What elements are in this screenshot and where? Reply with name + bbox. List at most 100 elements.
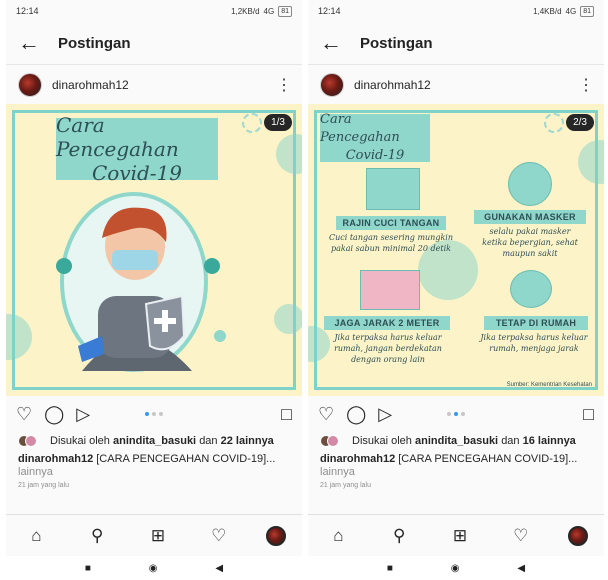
post-image[interactable]: 2/3 Cara Pencegahan Covid-19 RAJIN CUCI … [308, 104, 604, 396]
tip-desc-line: rumah, menjaga jarak [489, 344, 579, 353]
bookmark-icon[interactable]: □ [583, 404, 594, 425]
carousel-dot [447, 412, 451, 416]
profile-icon[interactable] [265, 525, 286, 546]
tip-desc-line: pakai sabun minimal 20 detik [331, 244, 451, 253]
avatar[interactable] [320, 72, 344, 97]
home-icon[interactable]: ⌂ [22, 526, 50, 546]
post-timestamp: 21 jam yang lalu [18, 482, 69, 489]
tip-desc-line: rumah, jangan berdekatan [334, 344, 442, 353]
post-caption: dinarohmah12 [CARA PENCEGAHAN COVID-19].… [6, 450, 302, 466]
health-worker-illustration [56, 192, 226, 372]
activity-heart-icon[interactable]: ♡ [205, 526, 233, 546]
tip-title: GUNAKAN MASKER [474, 210, 586, 224]
carousel-dot [159, 412, 163, 416]
virus-icon [214, 330, 226, 342]
battery-icon: 81 [278, 5, 292, 17]
slide-title-box: Cara Pencegahan Covid-19 [56, 113, 218, 185]
bottom-nav: ⌂ ⚲ ⊞ ♡ [6, 514, 302, 556]
comment-icon[interactable]: ◯ [44, 404, 64, 425]
tip-desc-line: Jika terpaksa harus keluar [334, 333, 442, 342]
status-indicators: 1,2KB/d 4G 81 [231, 5, 292, 17]
app-header: ← Postingan [308, 22, 604, 64]
bookmark-icon[interactable]: □ [281, 404, 292, 425]
status-bar: 12:14 1,2KB/d 4G 81 [6, 0, 302, 22]
tip-desc: Cuci tangan sesering mungkin pakai sabun… [316, 232, 466, 254]
back-arrow-icon[interactable]: ← [18, 30, 46, 56]
post-timestamp: 21 jam yang lalu [320, 482, 371, 489]
more-options-icon[interactable]: ⋮ [276, 75, 292, 95]
carousel-dots [145, 412, 163, 416]
tip-desc-line: Jika terpaksa harus keluar [480, 333, 588, 342]
likes-prefix: Disukai oleh [50, 435, 110, 447]
add-post-icon[interactable]: ⊞ [446, 526, 474, 546]
tip-title: RAJIN CUCI TANGAN [336, 216, 446, 230]
signal-type: 4G [263, 6, 275, 16]
caption-username[interactable]: dinarohmah12 [18, 453, 93, 465]
liker-avatars [320, 435, 346, 447]
likes-count[interactable]: 16 lainnya [523, 435, 576, 447]
like-heart-icon[interactable]: ♡ [16, 404, 32, 425]
caption-more-link[interactable]: lainnya [6, 466, 302, 478]
carousel-dot [145, 412, 149, 416]
tip-desc-line: dengan orang lain [351, 355, 425, 364]
post-image[interactable]: 1/3 Cara Pencegahan Covid-19 [6, 104, 302, 396]
battery-icon: 81 [580, 5, 594, 17]
more-options-icon[interactable]: ⋮ [578, 75, 594, 95]
recent-apps-icon[interactable]: ■ [85, 563, 91, 574]
like-heart-icon[interactable]: ♡ [318, 404, 334, 425]
share-icon[interactable]: ▷ [76, 404, 90, 425]
caption-text: [CARA PENCEGAHAN COVID-19]... [398, 453, 578, 465]
comment-icon[interactable]: ◯ [346, 404, 366, 425]
tip-desc-line: selalu pakai masker [489, 227, 571, 236]
slide-title-line-1: Cara Pencegahan [56, 113, 179, 161]
tip-desc: Jika terpaksa harus keluar rumah, jangan… [318, 332, 458, 365]
virus-icon [544, 113, 564, 133]
back-button-icon[interactable]: ◀ [215, 563, 223, 574]
search-icon[interactable]: ⚲ [385, 526, 413, 546]
tip-desc: Jika terpaksa harus keluar rumah, menjag… [468, 332, 600, 354]
slide-title-line-2: Covid-19 [91, 161, 183, 185]
back-arrow-icon[interactable]: ← [320, 30, 348, 56]
carousel-dot [454, 412, 458, 416]
caption-username[interactable]: dinarohmah12 [320, 453, 395, 465]
likes-count[interactable]: 22 lainnya [221, 435, 274, 447]
likes-user[interactable]: anindita_basuki [415, 435, 498, 447]
liker-avatars [18, 435, 44, 447]
virus-icon [204, 258, 220, 274]
likes-user[interactable]: anindita_basuki [113, 435, 196, 447]
likes-line[interactable]: Disukai oleh anindita_basuki dan 16 lain… [308, 432, 604, 450]
slide-title-line-1: Cara Pencegahan [320, 112, 400, 145]
post-header: dinarohmah12 ⋮ [308, 64, 604, 104]
avatar[interactable] [18, 72, 42, 97]
status-time: 12:14 [318, 6, 341, 16]
home-icon[interactable]: ⌂ [324, 526, 352, 546]
search-icon[interactable]: ⚲ [83, 526, 111, 546]
share-icon[interactable]: ▷ [378, 404, 392, 425]
tip-desc-line: Cuci tangan sesering mungkin [328, 233, 454, 242]
caption-text: [CARA PENCEGAHAN COVID-19]... [96, 453, 276, 465]
tip-title: JAGA JARAK 2 METER [324, 316, 450, 330]
slide-counter: 2/3 [566, 114, 594, 131]
recent-apps-icon[interactable]: ■ [387, 563, 393, 574]
profile-icon[interactable] [567, 525, 588, 546]
post-header: dinarohmah12 ⋮ [6, 64, 302, 104]
status-bar: 12:14 1,4KB/d 4G 81 [308, 0, 604, 22]
status-time: 12:14 [16, 6, 39, 16]
post-username[interactable]: dinarohmah12 [52, 78, 276, 92]
add-post-icon[interactable]: ⊞ [144, 526, 172, 546]
network-speed: 1,4KB/d [533, 6, 562, 16]
carousel-dot [152, 412, 156, 416]
bottom-nav: ⌂ ⚲ ⊞ ♡ [308, 514, 604, 556]
carousel-dots [447, 412, 465, 416]
carousel-dot [461, 412, 465, 416]
home-button-icon[interactable]: ◉ [149, 563, 158, 574]
activity-heart-icon[interactable]: ♡ [507, 526, 535, 546]
home-button-icon[interactable]: ◉ [451, 563, 460, 574]
slide-counter: 1/3 [264, 114, 292, 131]
caption-more-link[interactable]: lainnya [308, 466, 604, 478]
back-button-icon[interactable]: ◀ [517, 563, 525, 574]
post-actions: ♡ ◯ ▷ □ [6, 396, 302, 432]
slide-title-line-2: Covid-19 [345, 148, 405, 163]
likes-line[interactable]: Disukai oleh anindita_basuki dan 22 lain… [6, 432, 302, 450]
post-username[interactable]: dinarohmah12 [354, 78, 578, 92]
